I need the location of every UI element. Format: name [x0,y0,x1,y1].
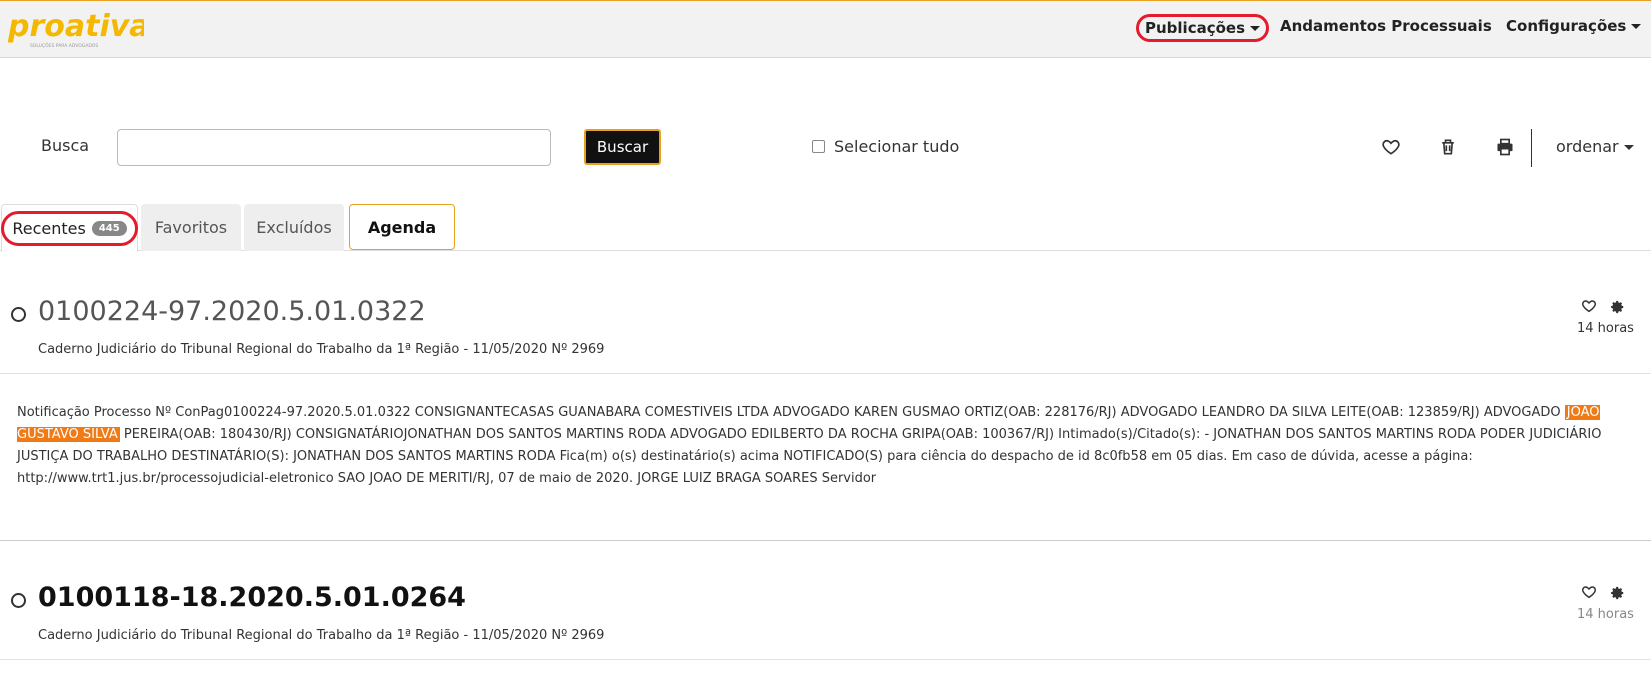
tab-recentes-label: Recentes [12,218,86,238]
publication-select-radio[interactable] [11,593,26,608]
search-button[interactable]: Buscar [584,129,661,165]
svg-text:SOLUÇÕES PARA ADVOGADOS: SOLUÇÕES PARA ADVOGADOS [30,42,98,49]
top-navbar: proativa SOLUÇÕES PARA ADVOGADOS Publica… [0,0,1651,58]
search-label: Busca [41,136,90,155]
tab-recentes-highlight: Recentes 445 [1,210,138,246]
nav-publicacoes-label: Publicações [1145,19,1246,37]
logo-graphic: proativa SOLUÇÕES PARA ADVOGADOS [8,9,144,49]
sort-dropdown[interactable]: ordenar [1556,137,1634,156]
publication-caderno: Caderno Judiciário do Tribunal Regional … [38,342,605,357]
publication-body-text: Notificação Processo Nº ConPag0100224-97… [17,402,1617,490]
tab-excluidos[interactable]: Excluídos [244,204,344,251]
chevron-down-icon [1623,145,1634,150]
nav-andamentos-label: Andamentos Processuais [1280,17,1492,35]
publication-settings-gear-icon[interactable] [1611,585,1625,600]
publication-select-radio[interactable] [11,307,26,322]
chevron-down-icon [1631,24,1642,29]
svg-text:proativa: proativa [8,9,144,44]
select-all-checkbox[interactable] [812,140,825,153]
tab-excluidos-label: Excluídos [256,218,332,237]
publication-text-before: Notificação Processo Nº ConPag0100224-97… [17,405,1565,420]
favorite-selected-heart-icon[interactable] [1381,137,1401,157]
nav-andamentos-processuais[interactable]: Andamentos Processuais [1280,17,1492,35]
publication-favorite-heart-icon[interactable] [1581,298,1597,314]
publication-settings-gear-icon[interactable] [1611,299,1625,314]
print-icon[interactable] [1495,137,1515,157]
sort-label: ordenar [1556,137,1619,156]
publication-divider [0,659,1651,660]
publication-time: 14 horas [1577,607,1634,622]
tab-recentes[interactable]: Recentes 445 [1,204,138,252]
select-all-label: Selecionar tudo [834,137,960,156]
search-input[interactable] [117,129,551,166]
delete-trash-icon[interactable] [1438,137,1458,157]
publication-number[interactable]: 0100118-18.2020.5.01.0264 [38,582,466,613]
nav-configuracoes[interactable]: Configurações [1506,17,1642,35]
tab-agenda-label: Agenda [367,217,437,237]
tab-favoritos[interactable]: Favoritos [141,204,241,251]
proativa-logo[interactable]: proativa SOLUÇÕES PARA ADVOGADOS [8,9,144,49]
publication-caderno: Caderno Judiciário do Tribunal Regional … [38,628,605,643]
tab-favoritos-label: Favoritos [154,218,228,237]
recentes-count-badge: 445 [91,220,127,236]
nav-publicacoes[interactable]: Publicações [1136,14,1270,42]
tab-agenda[interactable]: Agenda [349,204,455,250]
publication-divider [0,373,1651,374]
nav-configuracoes-label: Configurações [1506,17,1627,35]
publication-text-after: PEREIRA(OAB: 180430/RJ) CONSIGNATÁRIOJON… [17,427,1602,486]
publication-time: 14 horas [1577,321,1634,336]
publication-separator [0,540,1651,541]
toolbar-divider [1531,129,1532,167]
chevron-down-icon [1250,26,1261,31]
select-all[interactable]: Selecionar tudo [812,137,959,156]
publication-favorite-heart-icon[interactable] [1581,584,1597,600]
publication-number[interactable]: 0100224-97.2020.5.01.0322 [38,296,426,327]
